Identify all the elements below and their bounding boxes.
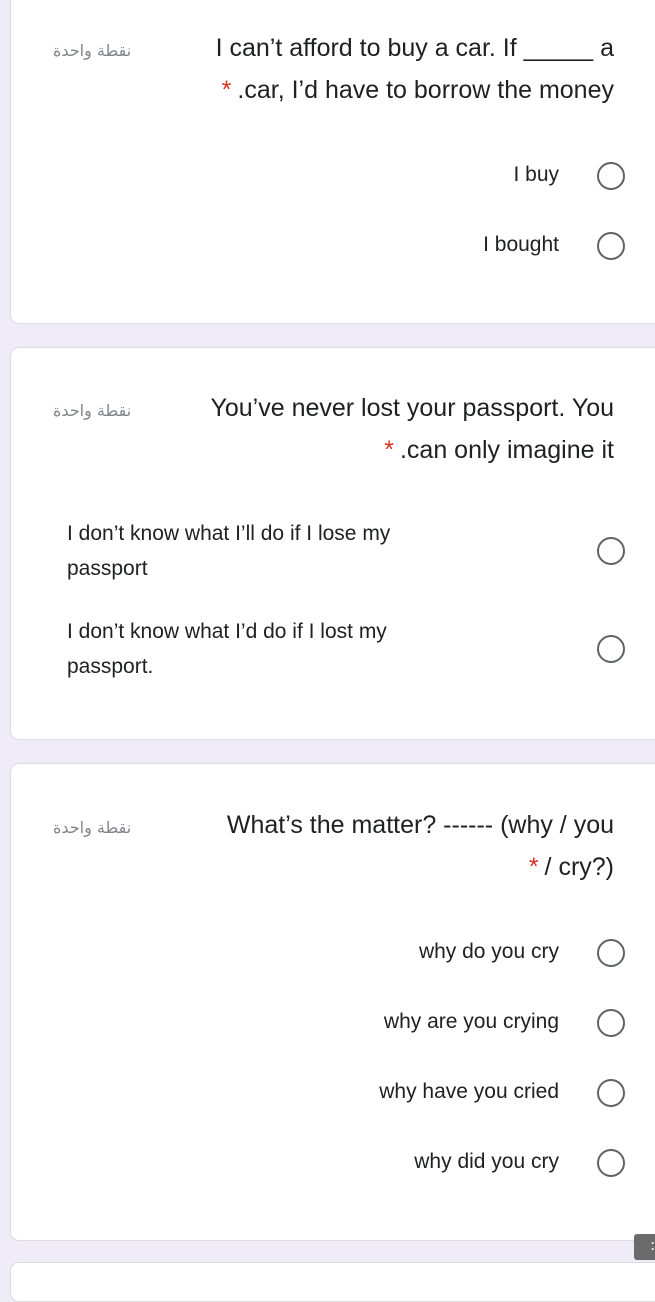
radio-unchecked-icon[interactable] xyxy=(597,162,625,190)
option-label: I don’t know what I’ll do if I lose my p… xyxy=(67,522,391,580)
points-label: نقطة واحدة xyxy=(53,401,132,420)
question-card-4-partial xyxy=(10,1262,655,1302)
question-text-line-2-content: / cry?) xyxy=(544,853,614,881)
question-text-line-1: You’ve never lost your passport. You xyxy=(210,394,614,422)
question-text-line-1: I can’t afford to buy a car. If _____ a xyxy=(215,34,614,62)
question-card-1: نقطة واحدة I can’t afford to buy a car. … xyxy=(10,0,655,324)
question-text-line-2-content: .car, I’d have to borrow the money xyxy=(237,76,614,104)
question-card-3: نقطة واحدة What’s the matter? ------ (wh… xyxy=(10,763,655,1241)
question-card-2: نقطة واحدة You’ve never lost your passpo… xyxy=(10,347,655,740)
required-asterisk: * xyxy=(384,436,394,464)
radio-unchecked-icon[interactable] xyxy=(597,1009,625,1037)
option-label: I buy xyxy=(513,163,559,186)
radio-unchecked-icon[interactable] xyxy=(597,1079,625,1107)
option-label: why do you cry xyxy=(418,940,559,963)
radio-unchecked-icon[interactable] xyxy=(597,232,625,260)
radio-unchecked-icon[interactable] xyxy=(597,537,625,565)
more-vert-icon[interactable]: · · xyxy=(634,1234,655,1260)
required-asterisk: * xyxy=(528,853,539,881)
option-label: why did you cry xyxy=(414,1150,559,1173)
question-text-line-1: What’s the matter? ------ (why / you xyxy=(226,811,614,839)
dots-glyph: · · xyxy=(651,1236,655,1256)
option-label: why are you crying xyxy=(383,1010,559,1033)
points-label: نقطة واحدة xyxy=(53,41,132,60)
radio-unchecked-icon[interactable] xyxy=(597,1149,625,1177)
option-label: I don’t know what I’d do if I lost my pa… xyxy=(67,620,387,678)
radio-unchecked-icon[interactable] xyxy=(597,635,625,663)
option-label: I bought xyxy=(483,233,559,256)
question-text-line-2: * / cry?) xyxy=(529,853,614,882)
question-text-line-2: * .car, I’d have to borrow the money xyxy=(222,76,614,105)
question-text-line-2: * .can only imagine it xyxy=(384,436,614,465)
required-asterisk: * xyxy=(221,76,232,104)
option-label: why have you cried xyxy=(379,1080,559,1103)
points-label: نقطة واحدة xyxy=(53,818,132,837)
radio-unchecked-icon[interactable] xyxy=(597,939,625,967)
question-text-line-2-content: .can only imagine it xyxy=(399,436,614,464)
